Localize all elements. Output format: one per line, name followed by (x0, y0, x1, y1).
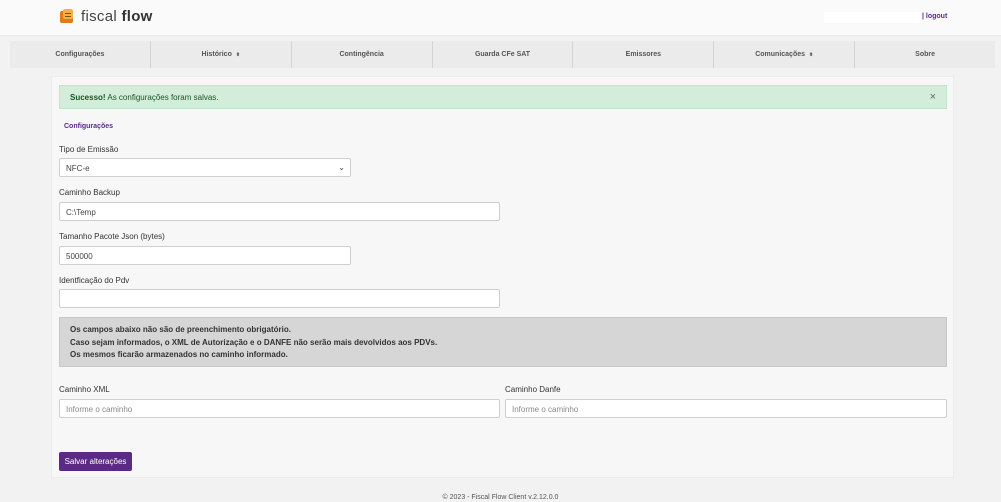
caminho-danfe-input[interactable]: Informe o caminho (505, 399, 947, 418)
nav-historico[interactable]: Histórico ⬍ (151, 41, 292, 68)
caminho-backup-label: Caminho Backup (59, 188, 120, 197)
dropdown-caret-icon: ⬍ (235, 51, 241, 58)
nav-comunicacoes[interactable]: Comunicações ⬍ (714, 41, 856, 68)
save-button[interactable]: Salvar alterações (59, 452, 132, 471)
caminho-backup-input[interactable]: C:\Temp (59, 202, 500, 221)
tamanho-pacote-input[interactable]: 500000 (59, 246, 351, 265)
nav-guarda-cfe-sat[interactable]: Guarda CFe SAT (433, 41, 574, 68)
logout-link[interactable]: | logout (922, 13, 947, 20)
brand-name: fiscal flow (81, 8, 153, 25)
tipo-emissao-label: Tipo de Emissão (59, 145, 119, 154)
caminho-xml-input[interactable]: Informe o caminho (59, 399, 500, 418)
caminho-danfe-label: Caminho Danfe (505, 385, 561, 394)
nav-contingencia[interactable]: Contingência (292, 41, 433, 68)
caminho-xml-label: Caminho XML (59, 385, 110, 394)
identificacao-pdv-label: Identficação do Pdv (59, 276, 130, 285)
success-alert: Sucesso! As configurações foram salvas. … (59, 85, 947, 109)
user-name-box (824, 12, 920, 23)
dropdown-caret-icon: ⬍ (809, 51, 814, 58)
optional-fields-notice: Os campos abaixo não são de preenchiment… (59, 317, 947, 367)
identificacao-pdv-input[interactable] (59, 289, 500, 308)
settings-card: Sucesso! As configurações foram salvas. … (51, 76, 954, 478)
footer-text: © 2023 - Fiscal Flow Client v.2.12.0.0 (442, 494, 559, 501)
close-icon[interactable]: × (930, 91, 936, 103)
section-title: Configurações (64, 123, 114, 130)
tipo-emissao-select[interactable]: NFC-e ⌄ (59, 158, 351, 177)
top-header: fiscal flow | logout (0, 0, 1001, 36)
nav-emissores[interactable]: Emissores (573, 41, 715, 68)
brand-logo[interactable]: fiscal flow (60, 8, 153, 25)
nav-sobre[interactable]: Sobre (855, 41, 995, 68)
tamanho-pacote-label: Tamanho Pacote Json (bytes) (59, 232, 165, 241)
nav-configuracoes[interactable]: Configurações (10, 41, 151, 68)
chevron-down-icon: ⌄ (338, 163, 345, 172)
main-nav: Configurações Histórico ⬍ Contingência Gu… (10, 41, 995, 68)
document-stack-icon (60, 9, 75, 24)
